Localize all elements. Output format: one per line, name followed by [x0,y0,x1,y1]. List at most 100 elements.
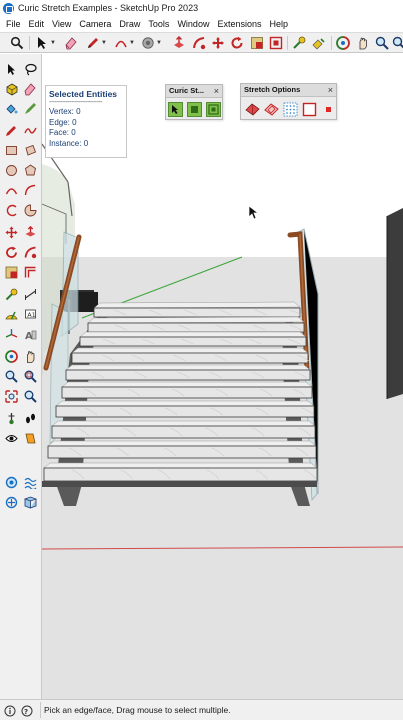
position-camera-icon[interactable] [5,412,18,425]
menu-edit[interactable]: Edit [25,19,49,29]
tape-measure-icon[interactable] [292,36,306,50]
menu-draw[interactable]: Draw [115,19,144,29]
pan-icon[interactable] [24,350,37,363]
rectangle-icon[interactable] [5,144,18,157]
eraser-icon[interactable] [64,36,78,50]
paint-tool-icon[interactable] [311,36,325,50]
arc-dropdown-caret-icon[interactable]: ▼ [129,36,135,50]
instance-count: Instance: 0 [49,138,89,148]
stair-tread-top [43,462,318,469]
offset-icon[interactable] [24,266,37,279]
stretch-grid-icon[interactable] [206,102,221,117]
search-icon[interactable] [10,36,24,50]
arc-icon[interactable] [5,184,18,197]
freehand-icon[interactable] [24,124,37,137]
entity-info-divider: ----------------------------- [49,99,103,106]
lasso-select-icon[interactable] [24,63,37,76]
stretch-entity-outline-icon[interactable] [264,102,279,117]
arc-icon[interactable] [114,36,128,50]
line-dropdown-caret-icon[interactable]: ▼ [101,36,107,50]
tag-icon[interactable] [24,102,37,115]
zoom-extents-icon[interactable] [392,36,403,50]
pie-icon[interactable] [24,204,37,217]
scale-icon[interactable] [5,266,18,279]
curic-stretch-toolbar-header[interactable]: Curic St... × [166,85,222,98]
push-pull-icon[interactable] [172,36,186,50]
stretch-square-outline-icon[interactable] [302,102,317,117]
stretch-point-icon[interactable] [321,102,336,117]
previous-view-icon[interactable] [24,390,37,403]
rotate-icon[interactable] [230,36,244,50]
stair-tread [71,352,309,364]
stretch-entity-red-icon[interactable] [245,102,260,117]
shape-dropdown-caret-icon[interactable]: ▼ [156,36,162,50]
toolbar-separator [331,36,332,50]
orbit-icon[interactable] [336,36,350,50]
curic-stretch-icon[interactable] [5,476,18,489]
move-icon[interactable] [5,226,18,239]
walk-icon[interactable] [24,412,37,425]
three-d-text-icon[interactable]: A [24,328,37,342]
close-icon[interactable]: × [214,85,219,97]
vertex-count: Vertex: 0 [49,107,81,116]
pan-icon[interactable] [356,36,370,50]
zoom-icon[interactable] [375,36,389,50]
geo-location-icon[interactable]: ? [21,704,33,717]
info-icon[interactable] [4,704,16,717]
tape-measure-icon[interactable] [5,288,18,301]
stretch-box-icon[interactable] [187,102,202,117]
follow-me-icon[interactable] [192,36,206,50]
eraser-icon[interactable] [24,83,37,96]
two-point-arc-icon[interactable] [24,184,37,197]
section-plane-icon[interactable] [24,432,37,445]
paint-bucket-icon[interactable] [5,102,18,115]
move-icon[interactable] [211,36,225,50]
stair-tread [47,445,317,459]
menu-help[interactable]: Help [265,19,292,29]
warehouse-icon[interactable] [23,496,38,509]
menu-file[interactable]: File [2,19,25,29]
zoom-extents-icon[interactable] [5,390,18,403]
make-component-icon[interactable] [5,83,18,96]
stretch-select-icon[interactable] [168,102,183,117]
curic-stretch-toolbar: Curic St... × [165,84,223,120]
select-dropdown-caret-icon[interactable]: ▼ [50,36,56,50]
stretch-options-header[interactable]: Stretch Options × [241,84,336,97]
menu-camera[interactable]: Camera [75,19,115,29]
offset-icon[interactable] [269,36,283,50]
toolbar-separator [287,36,288,50]
line-tool-icon[interactable] [5,124,18,137]
menu-window[interactable]: Window [173,19,213,29]
right-wall [386,208,403,399]
protractor-icon[interactable] [5,308,18,321]
select-arrow-icon[interactable] [35,36,49,50]
push-pull-icon[interactable] [24,225,37,239]
status-bar: ? Pick an edge/face, Drag mouse to selec… [0,699,403,720]
orbit-icon[interactable] [5,350,18,363]
stair-tread-top [47,440,317,447]
polygon-icon[interactable] [24,164,37,177]
follow-me-icon[interactable] [24,246,37,259]
axes-icon[interactable] [5,328,18,341]
rotated-rectangle-icon[interactable] [24,144,37,157]
three-point-arc-icon[interactable] [5,204,18,217]
paint-bucket-icon[interactable] [141,36,155,50]
zoom-icon[interactable] [5,370,18,383]
menu-tools[interactable]: Tools [144,19,173,29]
solid-tools-icon[interactable] [5,496,18,509]
menu-extensions[interactable]: Extensions [213,19,265,29]
zoom-window-icon[interactable] [24,370,37,383]
rotate-icon[interactable] [5,246,18,259]
dimension-icon[interactable] [24,288,37,301]
pencil-line-icon[interactable] [86,36,100,50]
close-icon[interactable]: × [328,84,333,96]
scale-icon[interactable] [250,36,264,50]
sketchup-window: Curic Stretch Examples - SketchUp Pro 20… [0,0,403,720]
sandbox-icon[interactable] [24,476,37,491]
menu-view[interactable]: View [48,19,75,29]
text-icon[interactable]: A1 [24,308,37,321]
select-arrow-icon[interactable] [5,63,18,76]
look-around-icon[interactable] [5,432,18,445]
stretch-dotted-grid-icon[interactable] [283,102,298,117]
circle-icon[interactable] [5,164,18,177]
